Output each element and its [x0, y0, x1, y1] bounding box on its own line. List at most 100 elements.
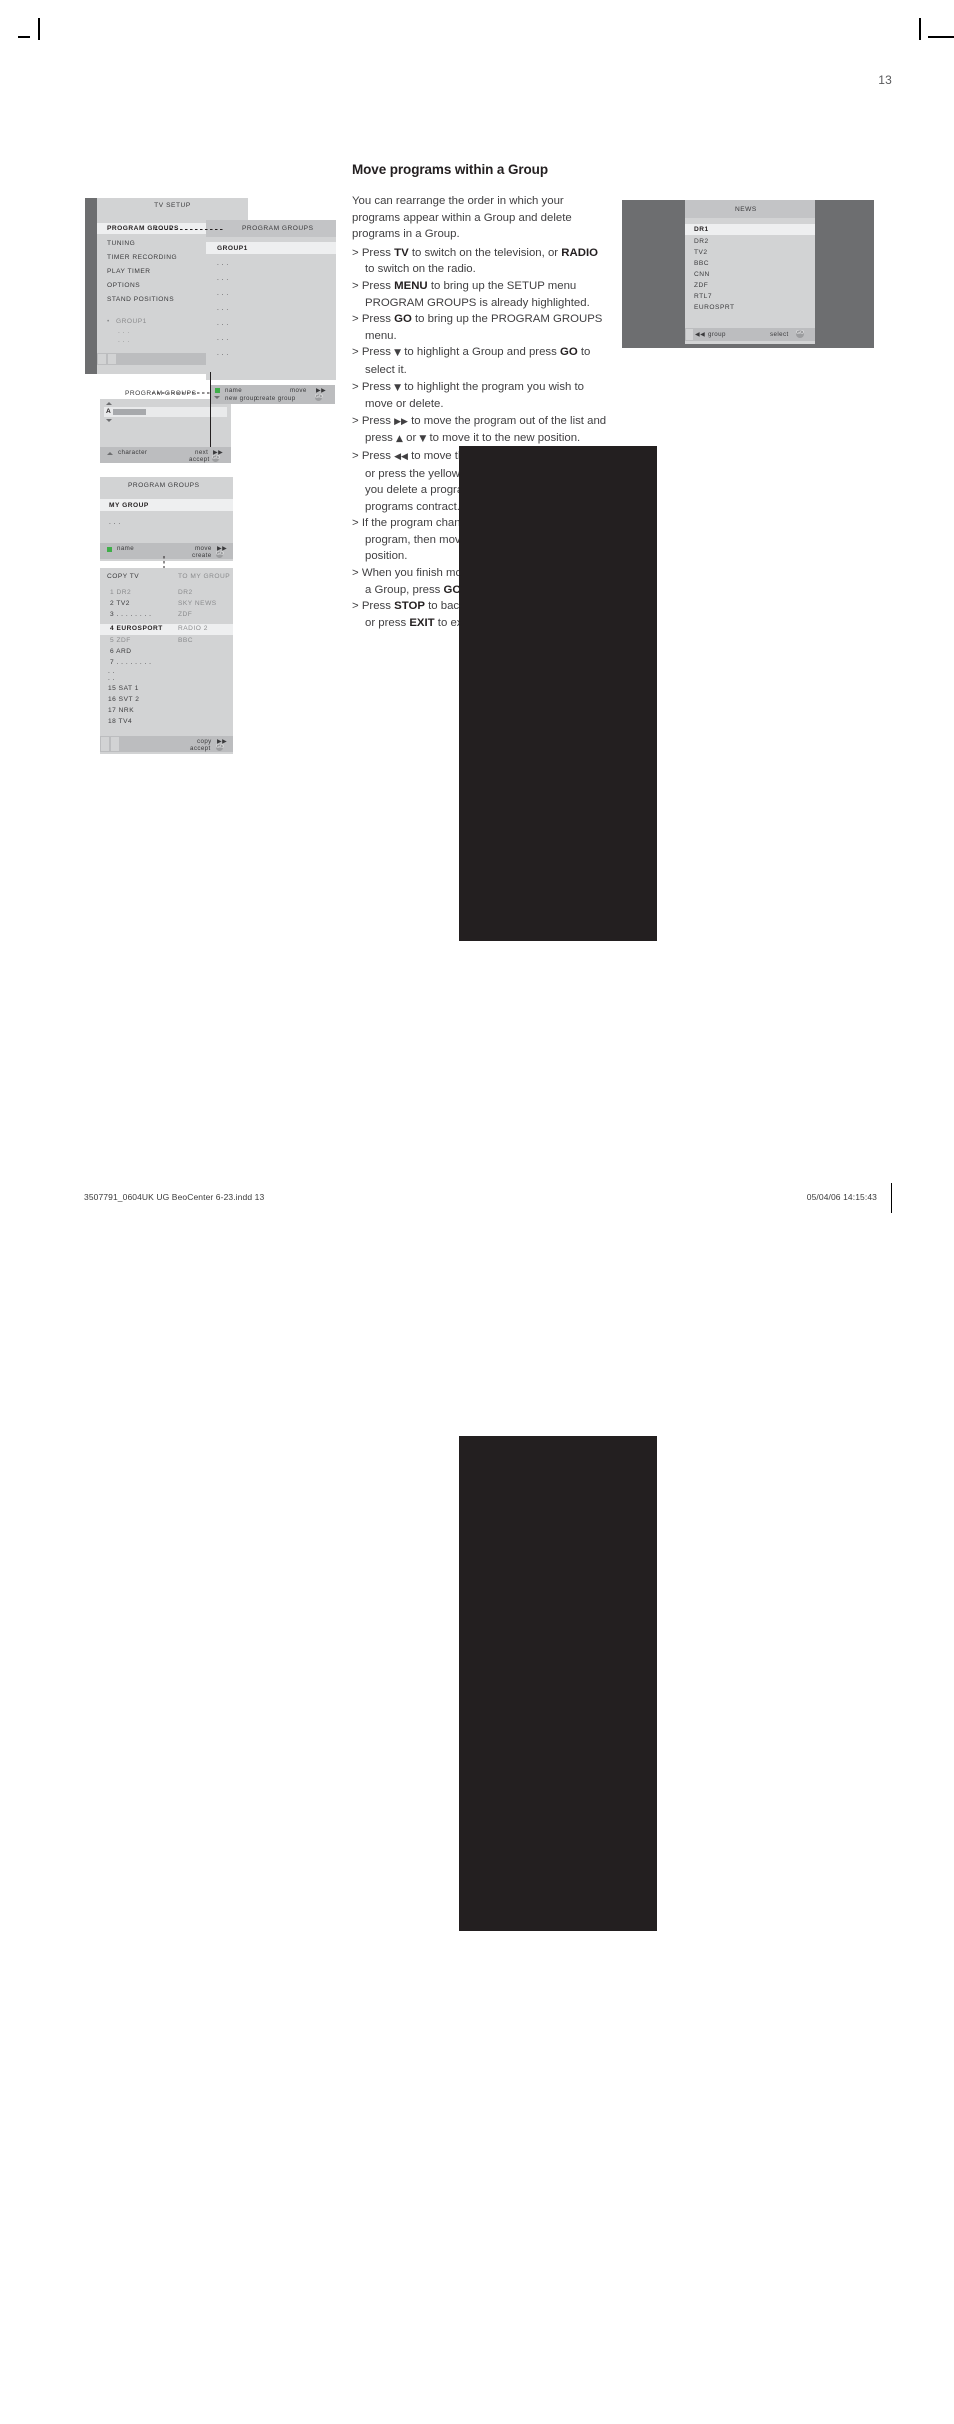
- name-entry-newgroup-label[interactable]: new group: [225, 395, 258, 402]
- copy-tv-row[interactable]: 1 DR2: [110, 589, 131, 596]
- name-field-blocks: [113, 408, 146, 415]
- my-group-name[interactable]: MY GROUP: [109, 502, 149, 509]
- copy-tv-bottom-seg-2: [111, 737, 119, 751]
- news-item-dr1[interactable]: DR1: [694, 226, 709, 233]
- news-bottom-seg-1: [686, 329, 693, 340]
- news-item-rtl7[interactable]: RTL7: [694, 293, 712, 300]
- copy-tv-row[interactable]: 15 SAT 1: [108, 685, 139, 692]
- program-groups-item[interactable]: . . .: [217, 320, 229, 327]
- name-field-letter: A: [106, 408, 112, 415]
- my-group-name-label[interactable]: name: [117, 545, 134, 552]
- news-go-icon[interactable]: GO: [796, 330, 804, 338]
- copy-tv-row[interactable]: 2 TV2: [110, 600, 130, 607]
- program-groups-item[interactable]: . . .: [217, 275, 229, 282]
- screen-copy-tv: COPY TV TO MY GROUP 1 DR2 2 TV2 3 . . . …: [100, 568, 233, 754]
- step-item: > Press ▼ to highlight a Group and press…: [352, 346, 591, 376]
- my-group-create-label[interactable]: create: [192, 552, 212, 559]
- crop-mark-top-left-horizontal: [18, 36, 30, 38]
- news-item-cnn[interactable]: CNN: [694, 271, 710, 278]
- copy-tv-row[interactable]: 18 TV4: [108, 718, 132, 725]
- my-group-green-indicator: [107, 547, 112, 552]
- copy-tv-go-icon[interactable]: GO: [216, 744, 224, 751]
- name-entry-name-label[interactable]: name: [225, 387, 242, 394]
- copy-tv-row[interactable]: 17 NRK: [108, 707, 134, 714]
- tv-setup-item-stand-positions[interactable]: STAND POSITIONS: [107, 296, 174, 303]
- program-groups-title: PROGRAM GROUPS: [242, 225, 314, 232]
- tv-setup-title: TV SETUP: [154, 202, 191, 209]
- connector-setup-to-groups: [155, 229, 225, 230]
- name-entry-move-label[interactable]: move: [290, 387, 307, 394]
- page-title: Move programs within a Group: [352, 162, 548, 177]
- copy-tv-copy-label[interactable]: copy: [197, 738, 212, 745]
- news-item-dr2[interactable]: DR2: [694, 238, 709, 245]
- step-item: > Press MENU to bring up the SETUP menu …: [352, 279, 590, 309]
- program-groups-item[interactable]: . . .: [217, 335, 229, 342]
- copy-tv-row: . .: [108, 675, 115, 682]
- tv-setup-item-timer-recording[interactable]: TIMER RECORDING: [107, 254, 177, 261]
- crop-mark-top-right-horizontal: [928, 36, 954, 38]
- program-groups-item[interactable]: . . .: [217, 260, 229, 267]
- copy-tv-row-selected[interactable]: 4 EUROSPORT: [110, 625, 163, 632]
- copy-tv-row: . .: [108, 668, 115, 675]
- crop-mark-top-left-vertical: [38, 18, 40, 40]
- tv-setup-group-name: GROUP1: [116, 318, 147, 325]
- tv-setup-group-bullet: •: [107, 318, 110, 325]
- go-icon[interactable]: GO: [315, 394, 323, 401]
- program-groups-item-group1[interactable]: GROUP1: [217, 245, 248, 252]
- name-field-down-arrow[interactable]: [106, 419, 112, 422]
- tv-setup-bottom-seg-1: [98, 354, 106, 364]
- copy-tv-row[interactable]: 16 SVT 2: [108, 696, 139, 703]
- copy-tv-right-title: TO MY GROUP: [178, 573, 231, 580]
- copy-tv-row[interactable]: 6 ARD: [110, 648, 132, 655]
- screen-program-groups-list: PROGRAM GROUPS GROUP1 . . . . . . . . . …: [206, 220, 336, 380]
- copy-tv-row[interactable]: 5 ZDF: [110, 637, 131, 644]
- tv-setup-item-options[interactable]: OPTIONS: [107, 282, 140, 289]
- step-item: > Press GO to bring up the PROGRAM GROUP…: [352, 313, 603, 342]
- copy-tv-bottom-bar: [100, 736, 233, 752]
- copy-tv-bottom-seg-1: [101, 737, 109, 751]
- program-groups-item[interactable]: . . .: [217, 290, 229, 297]
- copy-tv-accept-label[interactable]: accept: [190, 745, 211, 752]
- step-item: > Press ▼ to highlight the program you w…: [352, 380, 585, 411]
- news-group-label[interactable]: group: [708, 331, 726, 338]
- name-entry-creategroup-label[interactable]: create group: [256, 395, 296, 402]
- news-item-eurosprt[interactable]: EUROSPRT: [694, 304, 735, 311]
- copy-tv-target-row[interactable]: ZDF: [178, 611, 192, 618]
- news-title: NEWS: [735, 206, 757, 213]
- news-item-zdf[interactable]: ZDF: [694, 282, 708, 289]
- program-groups-item[interactable]: . . .: [217, 350, 229, 357]
- copy-tv-target-row[interactable]: SKY NEWS: [178, 600, 217, 607]
- step-item: > Press ▶▶ to move the program out of th…: [352, 414, 607, 445]
- copy-tv-row[interactable]: 3 . . . . . . . .: [110, 611, 151, 618]
- tv-setup-item-tuning[interactable]: TUNING: [107, 240, 135, 247]
- news-select-label[interactable]: select: [770, 331, 789, 338]
- program-groups-item[interactable]: . . .: [217, 305, 229, 312]
- my-group-go-icon[interactable]: GO: [216, 551, 224, 558]
- tv-setup-item-play-timer[interactable]: PLAY TIMER: [107, 268, 150, 275]
- name-field-up-arrow[interactable]: [106, 402, 112, 405]
- connector-name-to-mygroup: [459, 446, 657, 2424]
- my-group-move-label[interactable]: move: [195, 545, 212, 552]
- news-rewind-icon: ◀◀: [695, 331, 706, 338]
- footer-rule: [891, 1183, 892, 1213]
- copy-tv-target-row[interactable]: DR2: [178, 589, 193, 596]
- screen-my-group: PROGRAM GROUPS MY GROUP . . . name move …: [100, 477, 233, 561]
- page-number: 13: [878, 73, 892, 87]
- copy-tv-left-title: COPY TV: [107, 573, 140, 580]
- copy-tv-target-row[interactable]: RADIO 2: [178, 625, 208, 632]
- copy-tv-row[interactable]: 7 . . . . . . . .: [110, 659, 151, 666]
- step-item: > Press TV to switch on the television, …: [352, 246, 598, 276]
- tv-setup-group-dots-1: . . .: [118, 328, 130, 335]
- screen-news: NEWS DR1 DR2 TV2 BBC CNN ZDF RTL7 EUROSP…: [622, 200, 874, 348]
- bottom-up-arrow-icon[interactable]: [107, 452, 113, 455]
- footer-timestamp: 05/04/06 14:15:43: [806, 1192, 877, 1202]
- news-item-bbc[interactable]: BBC: [694, 260, 709, 267]
- green-button-indicator: [215, 388, 220, 393]
- connector-groups-to-name: [152, 392, 212, 394]
- my-group-placeholder: . . .: [109, 519, 121, 526]
- intro-paragraph: You can rearrange the order in which you…: [352, 195, 572, 241]
- name-entry-character-label[interactable]: character: [118, 449, 147, 456]
- crop-mark-top-right-vertical: [919, 18, 921, 40]
- news-item-tv2[interactable]: TV2: [694, 249, 708, 256]
- copy-tv-target-row[interactable]: BBC: [178, 637, 193, 644]
